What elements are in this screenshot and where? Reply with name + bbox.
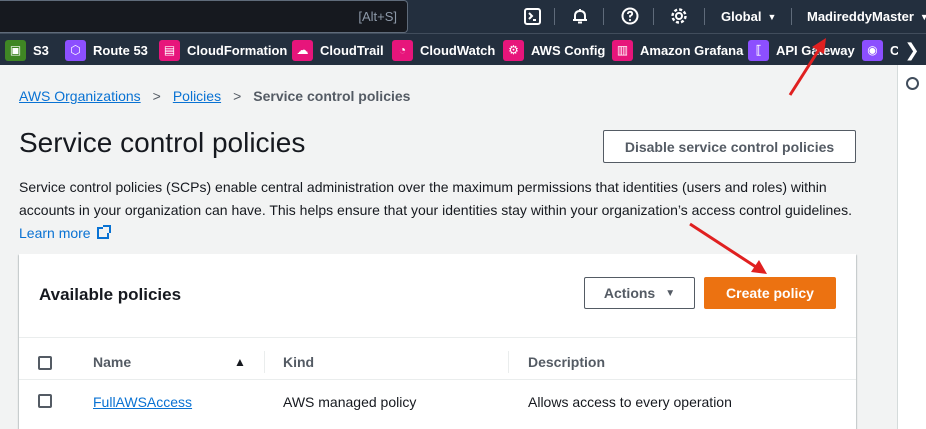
favorite-label: CloudTrail: [320, 42, 384, 58]
favorite-label: CloudFormation: [187, 42, 288, 58]
breadcrumb-current: Service control policies: [253, 88, 411, 104]
region-label: Global: [721, 9, 762, 24]
chevron-right-icon: >: [233, 88, 242, 104]
table-header: Name ▲ Kind Description: [19, 346, 856, 380]
grafana-icon: ▥: [612, 39, 633, 61]
favorite-label: AWS Config: [531, 42, 606, 58]
favorite-label: Amazon Grafana: [640, 42, 744, 58]
right-side-rail: [897, 65, 926, 429]
page-title: Service control policies: [19, 127, 306, 158]
search-input[interactable]: [Alt+S]: [0, 0, 408, 33]
table-row[interactable]: FullAWSAccess AWS managed policy Allows …: [19, 381, 856, 421]
caret-down-icon: ▼: [665, 287, 676, 299]
route53-icon: ⬡: [65, 39, 86, 61]
cloudformation-icon: ▤: [159, 39, 180, 61]
available-policies-panel: Available policies Actions ▼ Create polic…: [19, 254, 856, 429]
service-icon: ◉: [862, 39, 883, 61]
page-description: Service control policies (SCPs) enable c…: [19, 176, 859, 245]
info-panel-icon[interactable]: [906, 77, 919, 90]
account-label: MadireddyMaster: [807, 9, 914, 24]
caret-down-icon: ▼: [767, 12, 777, 22]
breadcrumb: AWS Organizations > Policies > Service c…: [19, 88, 410, 104]
favorite-label: S3: [33, 42, 49, 58]
favorite-cloudwatch[interactable]: ◔ CloudWatch: [392, 38, 495, 62]
column-header-name[interactable]: Name: [93, 354, 131, 370]
help-icon[interactable]: [620, 6, 640, 26]
policy-name-link[interactable]: FullAWSAccess: [93, 394, 192, 410]
policy-description: Allows access to every operation: [528, 394, 732, 410]
chevron-right-icon[interactable]: ❯: [898, 34, 926, 65]
learn-more-label: Learn more: [19, 225, 91, 241]
sort-ascending-icon[interactable]: ▲: [234, 355, 246, 369]
learn-more-link[interactable]: Learn more: [19, 225, 111, 241]
favorite-aws-config[interactable]: ⚙ AWS Config: [503, 38, 605, 62]
favorites-bar: ▣ S3 ⬡ Route 53 ▤ CloudFormation ☁ CloudTrai…: [0, 33, 926, 65]
favorite-grafana[interactable]: ▥ Amazon Grafana: [612, 38, 743, 62]
api-gateway-icon: ⟦: [748, 39, 769, 61]
breadcrumb-aws-organizations[interactable]: AWS Organizations: [19, 88, 141, 104]
settings-icon[interactable]: [669, 6, 689, 26]
external-link-icon: [96, 225, 111, 239]
select-all-checkbox[interactable]: [38, 356, 52, 370]
s3-icon: ▣: [5, 39, 26, 61]
top-nav-bar: [Alt+S] Global ▼ MadireddyMaster ▼: [0, 0, 926, 33]
chevron-right-icon: >: [152, 88, 161, 104]
breadcrumb-policies[interactable]: Policies: [173, 88, 221, 104]
config-icon: ⚙: [503, 39, 524, 61]
favorite-label: API Gateway: [776, 42, 855, 58]
disable-scp-button[interactable]: Disable service control policies: [603, 130, 856, 163]
actions-button[interactable]: Actions ▼: [584, 277, 695, 309]
description-text: Service control policies (SCPs) enable c…: [19, 179, 852, 218]
search-shortcut-hint: [Alt+S]: [358, 9, 397, 24]
row-checkbox[interactable]: [38, 394, 52, 408]
actions-label: Actions: [603, 285, 656, 301]
cloudshell-icon[interactable]: [522, 6, 542, 26]
caret-down-icon: ▼: [919, 12, 926, 22]
policy-kind: AWS managed policy: [283, 394, 417, 410]
region-selector[interactable]: Global ▼: [721, 9, 776, 24]
notifications-icon[interactable]: [570, 6, 590, 26]
column-header-description[interactable]: Description: [528, 354, 605, 370]
cloudwatch-icon: ◔: [392, 39, 413, 61]
cloudtrail-icon: ☁: [292, 39, 313, 61]
column-header-kind[interactable]: Kind: [283, 354, 314, 370]
favorite-cloudtrail[interactable]: ☁ CloudTrail: [292, 38, 384, 62]
favorite-label: Route 53: [93, 42, 148, 58]
create-policy-button[interactable]: Create policy: [704, 277, 836, 309]
favorite-route53[interactable]: ⬡ Route 53: [65, 38, 148, 62]
favorite-s3[interactable]: ▣ S3: [5, 38, 49, 62]
favorite-cloudformation[interactable]: ▤ CloudFormation: [159, 38, 287, 62]
favorite-api-gateway[interactable]: ⟦ API Gateway: [748, 38, 855, 62]
favorite-label: CloudWatch: [420, 42, 496, 58]
panel-title: Available policies: [39, 285, 182, 304]
account-menu[interactable]: MadireddyMaster ▼: [807, 9, 926, 24]
panel-header: Available policies Actions ▼ Create polic…: [19, 254, 856, 338]
